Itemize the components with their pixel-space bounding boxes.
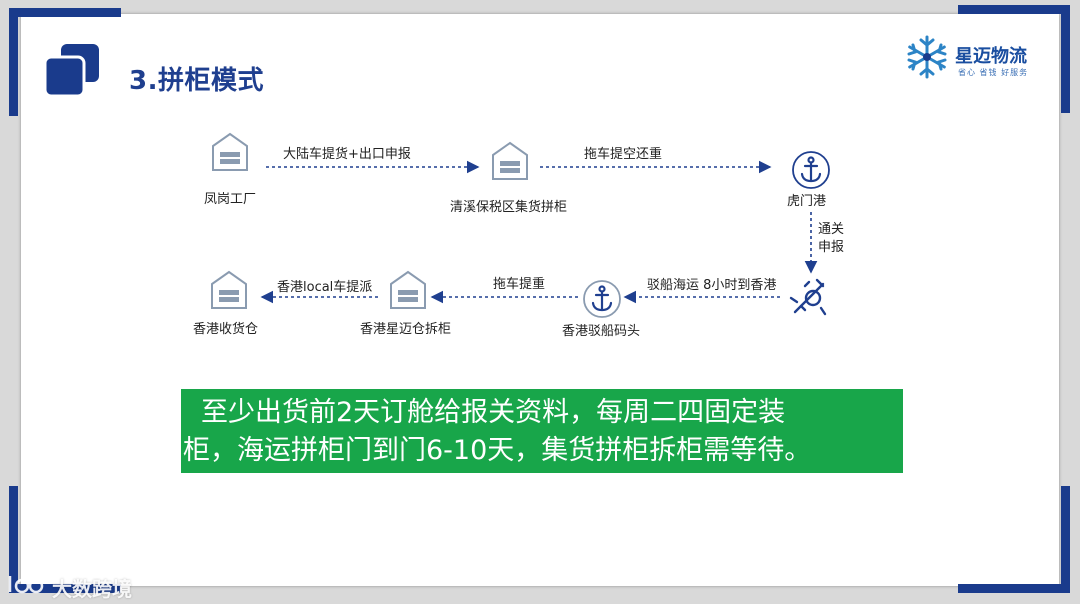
warehouse-icon: [211, 270, 247, 309]
note-line-1: 至少出货前2天订舱给报关资料，每周二四固定装: [201, 397, 786, 428]
ship-anchor-icon: [789, 278, 827, 316]
warehouse-icon: [212, 132, 248, 171]
node-label-qingxi: 清溪保税区集货拼柜: [450, 200, 568, 215]
edge-label-5: 拖车提重: [493, 277, 546, 292]
flow-arrows: [260, 160, 818, 304]
node-label-hk-xingmai: 香港星迈仓拆柜: [360, 322, 452, 337]
node-label-hk-barge: 香港驳船码头: [562, 324, 641, 339]
note-banner: 至少出货前2天订舱给报关资料，每周二四固定装 柜，海运拼柜门到门6-10天，集货…: [181, 389, 903, 473]
warehouse-icon: [390, 270, 426, 309]
watermark-logo-icon: [8, 576, 44, 594]
anchor-icon: [583, 280, 621, 318]
anchor-icon: [792, 151, 830, 189]
watermark: 大数跨境: [52, 577, 132, 601]
edge-label-1: 大陆车提货+出口申报: [283, 147, 411, 162]
note-line-2: 柜，海运拼柜门到门6-10天，集货拼柜拆柜需等待。: [183, 435, 812, 466]
edge-label-4: 驳船海运 8小时到香港: [647, 278, 777, 293]
edge-label-3a: 通关: [818, 222, 845, 237]
warehouse-icon: [492, 141, 528, 180]
node-label-humen: 虎门港: [787, 194, 827, 209]
node-label-hk-receive: 香港收货仓: [193, 322, 259, 337]
edge-label-2: 拖车提空还重: [584, 147, 663, 162]
edge-label-6: 香港local车提派: [277, 280, 373, 295]
edge-label-3b: 申报: [818, 240, 845, 255]
node-label-fenggang: 凤岗工厂: [204, 192, 257, 207]
